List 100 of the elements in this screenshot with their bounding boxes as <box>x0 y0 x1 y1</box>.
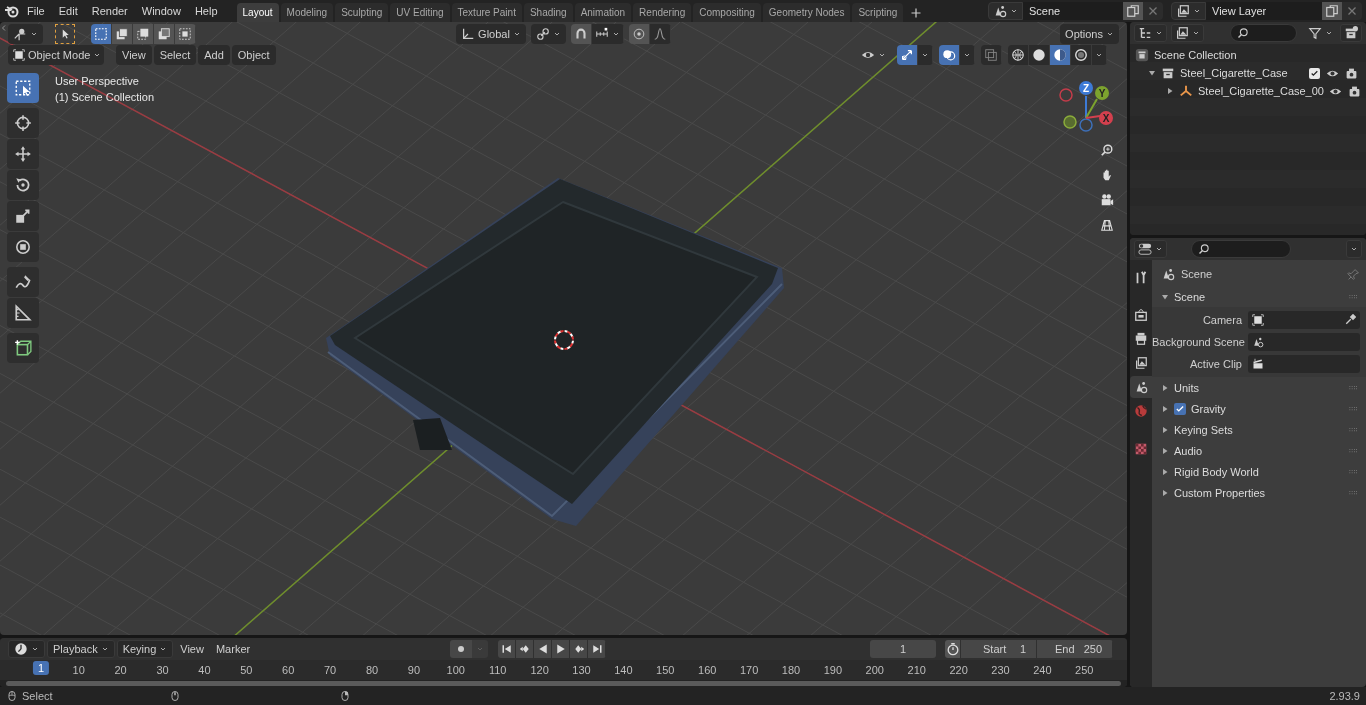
workspace-tab[interactable]: Animation <box>574 3 632 22</box>
editor-type-button[interactable] <box>8 640 45 658</box>
scrollbar[interactable] <box>6 681 1121 686</box>
new-collection-button[interactable] <box>1340 24 1362 42</box>
panel-header[interactable]: Units <box>1174 381 1343 394</box>
scale-tool-button[interactable] <box>7 201 39 231</box>
expand-triangle-icon[interactable] <box>1161 488 1169 497</box>
timeline-menu[interactable]: Keying <box>116 640 174 658</box>
selection-mode-button[interactable] <box>154 24 175 44</box>
scene-properties-tab[interactable] <box>1130 376 1152 398</box>
outliner-item[interactable]: Steel_Cigarette_Case_00 <box>1198 85 1324 97</box>
transform-tool-button[interactable] <box>7 232 39 262</box>
selection-mode-button[interactable] <box>175 24 196 44</box>
new-scene-button[interactable] <box>1123 2 1143 20</box>
annotate-tool-button[interactable] <box>7 267 39 297</box>
expand-triangle-icon[interactable] <box>1161 467 1169 476</box>
checkbox[interactable] <box>1174 402 1186 415</box>
camera-icon[interactable] <box>1348 84 1361 98</box>
playhead[interactable]: 1 <box>32 661 50 675</box>
menu-item[interactable]: Render <box>84 2 135 20</box>
select-tool-button[interactable] <box>55 24 75 44</box>
viewport-menu[interactable]: Select <box>153 45 197 65</box>
timeline-menu[interactable]: View <box>175 640 209 658</box>
3d-viewport[interactable]: Z Y X Global Options Object Mode View Select Add Object User Perspective (1) Scene Collection <box>0 22 1127 635</box>
snap-button[interactable] <box>571 24 592 44</box>
scene-name-field[interactable]: Scene <box>1023 2 1123 20</box>
proportional-editing-button[interactable] <box>629 24 650 44</box>
negative-y-axis-handle[interactable] <box>1063 115 1077 129</box>
negative-z-axis-handle[interactable] <box>1079 118 1093 132</box>
scene-field[interactable] <box>1248 333 1360 351</box>
viewport-menu[interactable]: View <box>116 45 152 65</box>
outliner-item[interactable]: Scene Collection <box>1154 49 1366 61</box>
negative-x-axis-handle[interactable] <box>1059 88 1073 102</box>
start-frame-field[interactable]: Start 1 <box>961 640 1037 658</box>
panel-header[interactable]: Gravity <box>1191 402 1343 415</box>
selection-mode-button[interactable] <box>133 24 154 44</box>
current-frame-field[interactable]: 1 <box>870 640 936 658</box>
checkbox[interactable] <box>1309 67 1320 79</box>
shading-mode-button[interactable] <box>1071 45 1092 65</box>
selection-mode-button[interactable] <box>91 24 112 44</box>
options-dropdown[interactable]: Options <box>1060 24 1119 44</box>
expand-triangle-icon[interactable] <box>1161 446 1169 455</box>
editor-type-button[interactable] <box>1134 24 1167 42</box>
new-view-layer-button[interactable] <box>1322 2 1342 20</box>
overlays-toggle[interactable] <box>939 45 960 65</box>
add-cube-tool-button[interactable] <box>7 333 39 363</box>
workspace-tab[interactable]: Modeling <box>280 3 334 22</box>
editor-type-button[interactable] <box>1134 240 1167 258</box>
cursor-tool-button[interactable] <box>7 108 39 138</box>
viewport-menu[interactable]: Add <box>198 45 230 65</box>
orientation-dropdown[interactable]: Global <box>456 24 526 44</box>
play-button[interactable] <box>552 640 570 658</box>
previous-keyframe-button[interactable] <box>516 640 534 658</box>
workspace-tab[interactable]: Rendering <box>633 3 692 22</box>
workspace-tab[interactable]: Geometry Nodes <box>762 3 851 22</box>
workspace-tab[interactable]: UV Editing <box>390 3 450 22</box>
selection-mode-button[interactable] <box>112 24 133 44</box>
pivot-point-button[interactable] <box>531 24 566 44</box>
next-keyframe-button[interactable] <box>570 640 588 658</box>
z-axis-handle[interactable]: Z <box>1079 81 1093 119</box>
view-layer-name-field[interactable]: View Layer <box>1206 2 1322 20</box>
mode-dropdown[interactable]: Object Mode <box>8 45 104 65</box>
workspace-tab[interactable]: Compositing <box>693 3 761 22</box>
search-field[interactable] <box>1230 24 1297 42</box>
falloff-button[interactable] <box>650 24 671 44</box>
preview-range-button[interactable] <box>945 640 961 658</box>
menu-item[interactable]: Edit <box>51 2 85 20</box>
jump-to-end-button[interactable] <box>588 640 606 658</box>
workspace-tab[interactable]: Shading <box>523 3 573 22</box>
blender-logo-icon[interactable] <box>4 3 20 19</box>
workspace-tab[interactable]: Layout <box>236 3 279 22</box>
camera-field[interactable] <box>1248 311 1360 329</box>
shading-mode-button[interactable] <box>1008 45 1029 65</box>
viewport-menu[interactable]: Object <box>231 45 276 65</box>
expand-triangle-icon[interactable] <box>1161 292 1169 301</box>
search-field[interactable] <box>1191 240 1291 258</box>
expand-triangle-icon[interactable] <box>1161 383 1169 392</box>
menu-item[interactable]: File <box>20 2 52 20</box>
snap-target-button[interactable] <box>592 24 624 44</box>
menu-item[interactable]: Window <box>134 2 188 20</box>
move-tool-button[interactable] <box>7 139 39 169</box>
workspace-tab[interactable]: Scripting <box>852 3 904 22</box>
clip-field[interactable] <box>1248 355 1360 373</box>
panel-header[interactable]: Scene <box>1174 290 1343 303</box>
shading-mode-button[interactable] <box>1029 45 1050 65</box>
panel-header[interactable]: Audio <box>1174 444 1343 457</box>
timeline-menu[interactable]: Playback <box>47 640 115 658</box>
play-reverse-button[interactable] <box>534 640 552 658</box>
expand-triangle-icon[interactable] <box>1166 87 1174 95</box>
workspace-tab[interactable]: Sculpting <box>335 3 389 22</box>
jump-to-start-button[interactable] <box>498 640 516 658</box>
camera-icon[interactable] <box>1345 66 1358 80</box>
panel-header[interactable]: Rigid Body World <box>1174 465 1343 478</box>
outliner-item[interactable]: Steel_Cigarette_Case <box>1180 67 1304 79</box>
end-frame-field[interactable]: End 250 <box>1037 640 1113 658</box>
eyedropper-icon[interactable] <box>1344 314 1356 326</box>
xray-toggle[interactable] <box>981 45 1002 65</box>
display-mode-button[interactable] <box>1171 24 1204 42</box>
view-layer-browse-button[interactable] <box>1171 2 1206 20</box>
expand-triangle-icon[interactable] <box>1148 69 1156 77</box>
